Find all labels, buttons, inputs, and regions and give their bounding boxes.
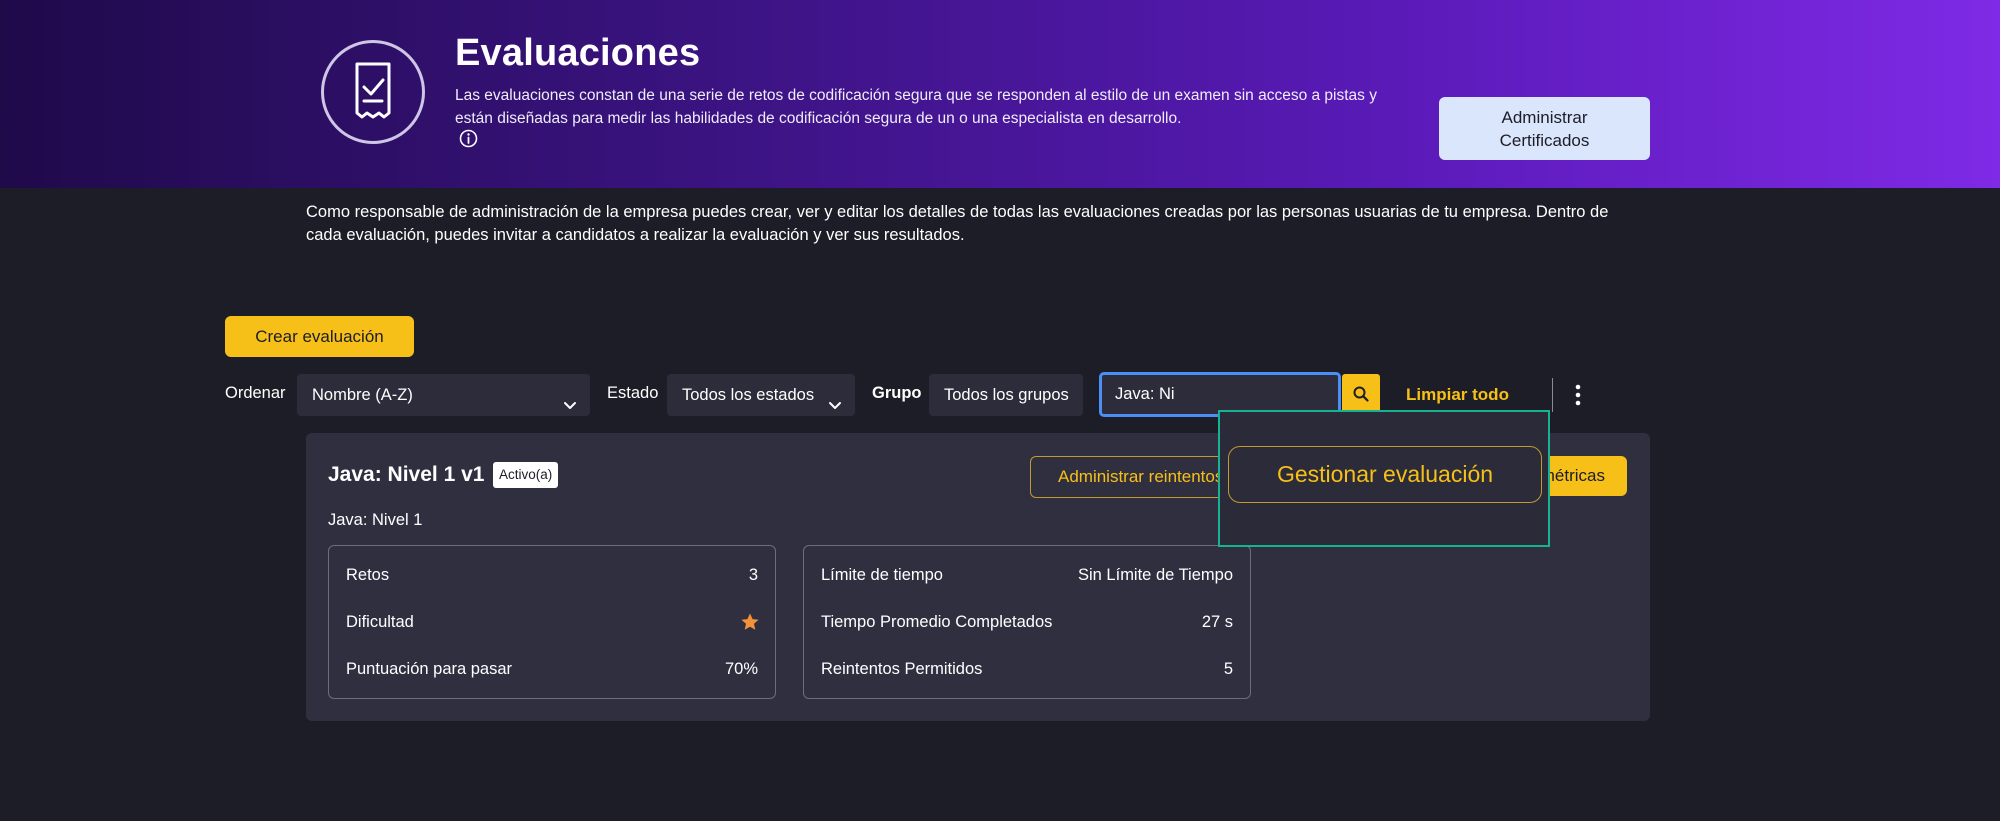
stat-row: Puntuación para pasar 70%	[346, 660, 758, 679]
status-badge: Activo(a)	[493, 462, 559, 488]
search-icon	[1352, 386, 1370, 406]
assessment-title[interactable]: Java: Nivel 1 v1	[328, 463, 484, 487]
sort-select[interactable]: Nombre (A-Z)	[297, 374, 590, 416]
group-select-value: Todos los grupos	[944, 386, 1069, 404]
manage-assessment-menu-item[interactable]: Gestionar evaluación	[1228, 446, 1542, 503]
stat-label: Puntuación para pasar	[346, 660, 513, 678]
status-select[interactable]: Todos los estados	[667, 374, 855, 416]
stat-label: Reintentos Permitidos	[821, 660, 983, 678]
create-assessment-button[interactable]: Crear evaluación	[225, 316, 414, 357]
group-select[interactable]: Todos los grupos	[929, 374, 1083, 416]
group-label: Grupo	[872, 384, 922, 402]
sort-select-value: Nombre (A-Z)	[312, 386, 413, 404]
assessment-subtitle: Java: Nivel 1	[328, 511, 423, 529]
stat-label: Retos	[346, 566, 390, 584]
status-select-value: Todos los estados	[682, 386, 815, 404]
stat-row: Dificultad	[346, 613, 759, 632]
page-description: Las evaluaciones constan de una serie de…	[455, 87, 1377, 127]
info-icon[interactable]	[459, 129, 478, 148]
stat-label: Dificultad	[346, 613, 414, 631]
more-options-icon[interactable]	[1571, 383, 1585, 407]
manage-retries-button[interactable]: Administrar reintentos	[1030, 456, 1225, 498]
page-header: Evaluaciones Las evaluaciones constan de…	[0, 0, 2000, 188]
assessment-stats-right: Límite de tiempo Sin Límite de Tiempo Ti…	[803, 545, 1251, 699]
sort-label: Ordenar	[225, 384, 286, 402]
status-label: Estado	[607, 384, 659, 402]
assessment-stats-left: Retos 3 Dificultad Puntuación para pasar…	[328, 545, 776, 699]
stat-row: Límite de tiempo Sin Límite de Tiempo	[821, 566, 1233, 585]
assessment-document-icon	[321, 40, 425, 144]
stat-value: 5	[1223, 660, 1233, 678]
stat-label: Límite de tiempo	[821, 566, 943, 584]
intro-text: Como responsable de administración de la…	[306, 203, 1609, 244]
more-options-menu: Gestionar evaluación	[1218, 410, 1550, 547]
page-title: Evaluaciones	[455, 32, 701, 74]
chevron-down-icon	[827, 387, 843, 429]
stat-value: 3	[748, 566, 758, 584]
manage-certificates-button[interactable]: Administrar Certificados	[1439, 97, 1650, 160]
toolbar-divider	[1552, 378, 1553, 412]
stat-value: 27 s	[1201, 613, 1233, 631]
stat-label: Tiempo Promedio Completados	[821, 613, 1053, 631]
stat-value: Sin Límite de Tiempo	[1078, 566, 1233, 584]
star-icon	[740, 612, 760, 637]
stat-row: Reintentos Permitidos 5	[821, 660, 1233, 679]
stat-value: 70%	[724, 660, 758, 678]
stat-row: Tiempo Promedio Completados 27 s	[821, 613, 1233, 632]
stat-row: Retos 3	[346, 566, 758, 585]
chevron-down-icon	[562, 387, 578, 429]
